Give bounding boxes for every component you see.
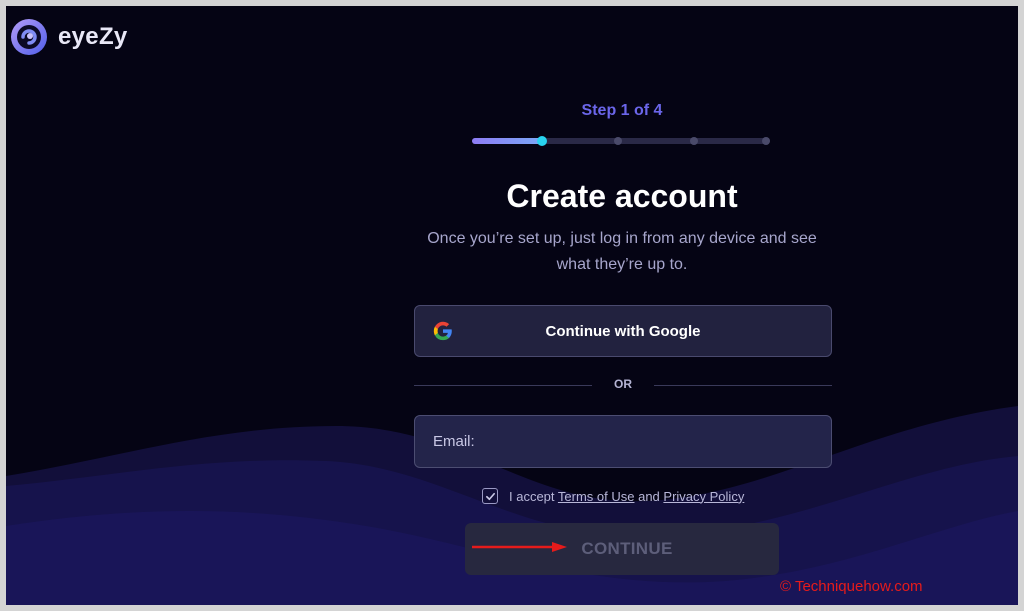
step-indicator-label: Step 1 of 4 xyxy=(581,102,663,119)
step-progress-bar xyxy=(472,136,770,146)
signup-page: eyeZy Step 1 of 4 Create account Once yo… xyxy=(6,6,1018,605)
eyezy-logo-icon xyxy=(11,19,47,55)
page-subtitle: Once you’re set up, just log in from any… xyxy=(427,230,817,273)
terms-prefix: I accept xyxy=(509,488,558,504)
terms-of-use-link[interactable]: Terms of Use xyxy=(558,489,635,504)
or-divider: OR xyxy=(414,376,832,394)
red-arrow-icon xyxy=(472,542,567,552)
checkmark-icon xyxy=(485,492,495,500)
google-icon xyxy=(433,321,452,341)
terms-checkbox[interactable] xyxy=(482,488,498,504)
progress-step-dot-4 xyxy=(762,137,770,145)
progress-step-dot-1 xyxy=(537,136,548,146)
progress-step-dot-3 xyxy=(690,137,698,145)
watermark-text: © Techniquehow.com xyxy=(780,578,923,595)
privacy-policy-link[interactable]: Privacy Policy xyxy=(663,489,744,504)
brand-name: eyeZy xyxy=(58,23,128,50)
divider-line-right xyxy=(654,385,832,386)
brand-logo[interactable]: eyeZy xyxy=(10,18,128,56)
terms-text: I accept Terms of Use and Privacy Policy xyxy=(509,489,744,504)
or-divider-label: OR xyxy=(614,377,632,391)
email-input[interactable] xyxy=(414,415,832,468)
continue-with-google-button[interactable]: Continue with Google xyxy=(414,305,832,357)
terms-agreement: I accept Terms of Use and Privacy Policy xyxy=(482,488,744,504)
progress-step-dot-2 xyxy=(614,137,623,145)
terms-conjunction: and xyxy=(634,488,664,504)
google-button-label: Continue with Google xyxy=(545,322,701,340)
page-title: Create account xyxy=(506,178,738,214)
progress-fill xyxy=(472,138,541,144)
